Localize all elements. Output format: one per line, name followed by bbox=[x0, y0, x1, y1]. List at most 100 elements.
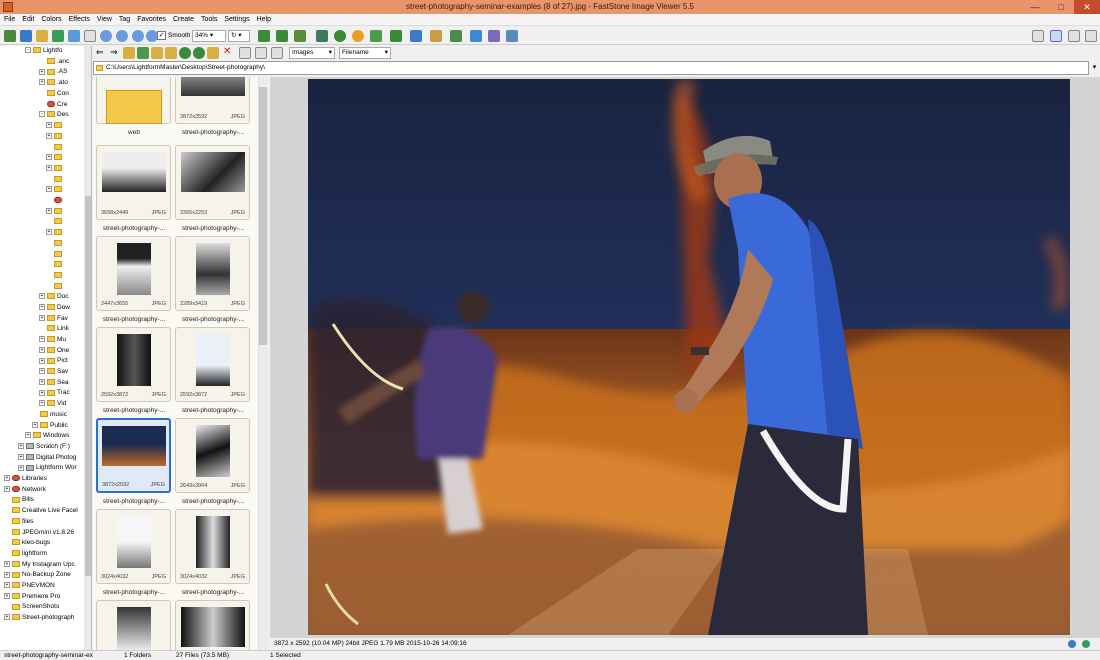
tree-item[interactable] bbox=[46, 217, 64, 227]
expand-icon[interactable]: + bbox=[39, 293, 45, 300]
maximize-button[interactable]: □ bbox=[1048, 0, 1074, 14]
tree-item[interactable]: + bbox=[46, 164, 64, 174]
tree-item[interactable]: + Sea bbox=[39, 378, 69, 388]
tree-item[interactable] bbox=[46, 239, 64, 249]
expand-icon[interactable]: + bbox=[39, 336, 45, 343]
tree-item[interactable]: + Libraries bbox=[4, 474, 47, 484]
tree-item[interactable]: + Digital Photog bbox=[18, 453, 76, 463]
layout-preview-icon[interactable] bbox=[1085, 30, 1097, 42]
preview-image[interactable] bbox=[308, 79, 1070, 635]
thumb-view-icon[interactable] bbox=[271, 47, 283, 59]
tree-item[interactable]: + bbox=[46, 153, 64, 163]
expand-icon[interactable]: + bbox=[25, 432, 31, 439]
smooth-checkbox[interactable]: ✓ bbox=[157, 31, 166, 40]
menu-file[interactable]: File bbox=[4, 14, 15, 25]
zoom-in-icon[interactable] bbox=[100, 30, 112, 42]
move-to-icon[interactable] bbox=[193, 47, 205, 59]
email-icon[interactable] bbox=[450, 30, 462, 42]
thumbnail-item[interactable] bbox=[175, 600, 250, 650]
tree-item[interactable]: + bbox=[46, 121, 64, 131]
tree-item[interactable]: + Vid bbox=[39, 399, 66, 409]
tree-item[interactable]: + Sav bbox=[39, 367, 68, 377]
thumbnail-item[interactable]: 2289x3419 JPEG bbox=[175, 236, 250, 311]
tree-item[interactable]: music bbox=[32, 410, 67, 420]
tree-scrollbar-thumb[interactable] bbox=[85, 196, 91, 576]
thumbnail-item[interactable] bbox=[96, 600, 171, 650]
path-dropdown-button[interactable]: ▾ bbox=[1089, 61, 1100, 75]
expand-icon[interactable]: + bbox=[32, 421, 38, 428]
menu-effects[interactable]: Effects bbox=[69, 14, 90, 25]
menu-colors[interactable]: Colors bbox=[41, 14, 61, 25]
menu-tools[interactable]: Tools bbox=[201, 14, 217, 25]
tree-item[interactable]: Creative Live Facel bbox=[4, 506, 78, 516]
folder-icon[interactable] bbox=[36, 30, 48, 42]
favorites-folder-icon[interactable] bbox=[165, 47, 177, 59]
crop-icon[interactable] bbox=[294, 30, 306, 42]
tree-item[interactable]: + Fav bbox=[39, 314, 68, 324]
expand-icon[interactable]: + bbox=[18, 443, 24, 450]
effects-icon[interactable] bbox=[352, 30, 364, 42]
resize-icon[interactable] bbox=[316, 30, 328, 42]
tree-item[interactable]: + My Instagram Upc bbox=[4, 560, 75, 570]
tree-item[interactable] bbox=[46, 196, 64, 206]
tree-item[interactable]: + bbox=[46, 132, 64, 142]
actual-size-icon[interactable] bbox=[132, 30, 144, 42]
back-icon[interactable]: ⇐ bbox=[96, 47, 104, 58]
tree-item[interactable]: + Network bbox=[4, 485, 46, 495]
filter-select[interactable]: Images ▾ bbox=[289, 47, 335, 59]
tree-item[interactable]: + Trac bbox=[39, 388, 70, 398]
close-button[interactable]: ✕ bbox=[1074, 0, 1100, 14]
tree-item[interactable]: + One bbox=[39, 346, 69, 356]
menu-favorites[interactable]: Favorites bbox=[137, 14, 166, 25]
tree-item[interactable] bbox=[46, 249, 64, 259]
thumbnail-item[interactable]: 2592x3872 JPEG bbox=[175, 327, 250, 402]
tree-item[interactable] bbox=[46, 174, 64, 184]
tree-item[interactable]: + PNEVMON bbox=[4, 581, 55, 591]
tree-item[interactable]: - Lightfo bbox=[25, 46, 63, 56]
tree-item[interactable]: kleo-bugs bbox=[4, 538, 50, 548]
expand-icon[interactable]: + bbox=[39, 400, 45, 407]
tree-item[interactable]: files bbox=[4, 517, 34, 527]
menu-tag[interactable]: Tag bbox=[119, 14, 130, 25]
expand-icon[interactable]: + bbox=[39, 368, 45, 375]
refresh-icon[interactable] bbox=[137, 47, 149, 59]
expand-icon[interactable]: + bbox=[39, 378, 45, 385]
tree-item[interactable]: Con bbox=[39, 89, 69, 99]
menu-help[interactable]: Help bbox=[257, 14, 271, 25]
tree-item[interactable]: + bbox=[46, 185, 64, 195]
folder-tree[interactable]: - Lightfo .anc + .AS + .ato Con Cre - Des + + + + + + + + D… bbox=[0, 46, 92, 650]
tree-item[interactable]: Link bbox=[39, 324, 69, 334]
tree-item[interactable]: + Doc bbox=[39, 292, 69, 302]
layout-text-icon[interactable] bbox=[1068, 30, 1080, 42]
expand-icon[interactable]: + bbox=[46, 186, 52, 193]
expand-icon[interactable]: + bbox=[4, 582, 10, 589]
expand-icon[interactable]: + bbox=[39, 389, 45, 396]
expand-icon[interactable]: + bbox=[4, 475, 10, 482]
scanner-icon[interactable] bbox=[488, 30, 500, 42]
expand-icon[interactable]: + bbox=[46, 122, 52, 129]
tree-item[interactable]: ScreenShots bbox=[4, 602, 59, 612]
zoom-select[interactable]: 34% ▾ bbox=[192, 30, 226, 42]
expand-icon[interactable]: + bbox=[46, 154, 52, 161]
thumbnail-item[interactable]: 2643x3964 JPEG bbox=[175, 418, 250, 493]
rename-icon[interactable] bbox=[207, 47, 219, 59]
levels-icon[interactable] bbox=[390, 30, 402, 42]
tree-item[interactable] bbox=[46, 281, 64, 291]
copy-to-icon[interactable] bbox=[179, 47, 191, 59]
rotate-left-icon[interactable] bbox=[258, 30, 270, 42]
expand-icon[interactable]: + bbox=[4, 485, 10, 492]
rotate-select[interactable]: ↻ ▾ bbox=[228, 30, 250, 42]
expand-icon[interactable]: + bbox=[39, 79, 45, 86]
expand-icon[interactable]: + bbox=[39, 346, 45, 353]
tree-item[interactable]: + .ato bbox=[39, 78, 68, 88]
zoom-fit-icon[interactable] bbox=[1082, 640, 1090, 648]
expand-icon[interactable]: + bbox=[46, 132, 52, 139]
tree-item[interactable]: + Windows bbox=[25, 431, 69, 441]
expand-icon[interactable]: + bbox=[46, 164, 52, 171]
wallpaper-icon[interactable] bbox=[470, 30, 482, 42]
tree-item[interactable]: + Pict bbox=[39, 356, 68, 366]
minimize-button[interactable]: — bbox=[1022, 0, 1048, 14]
menu-view[interactable]: View bbox=[97, 14, 112, 25]
tree-item[interactable]: + .AS bbox=[39, 67, 67, 77]
delete-icon[interactable]: ✕ bbox=[223, 46, 231, 57]
